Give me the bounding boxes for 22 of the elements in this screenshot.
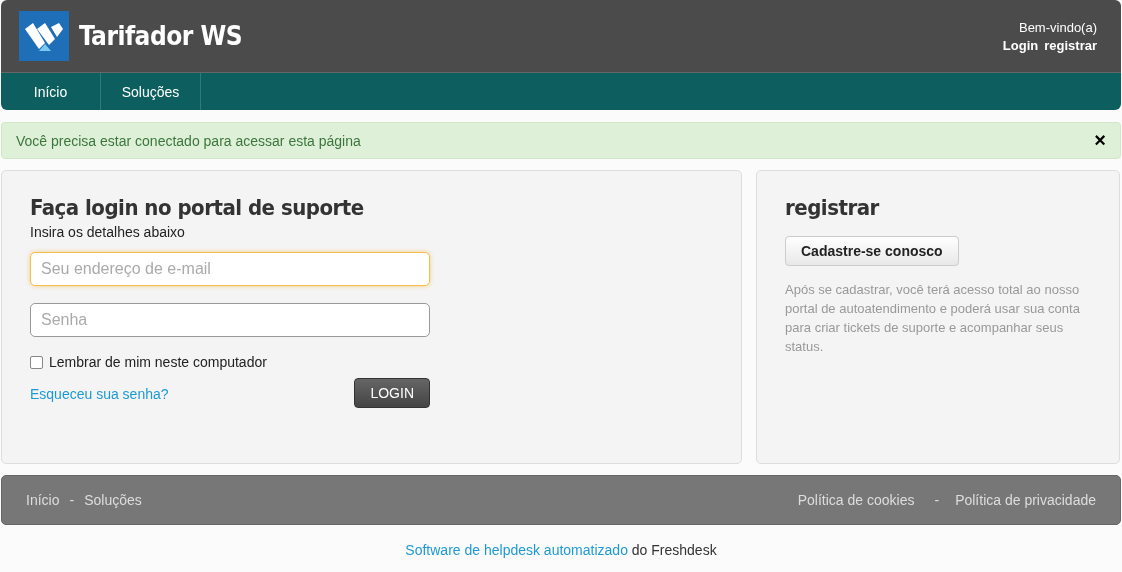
welcome-text: Bem-vindo(a) [1018, 19, 1097, 35]
signup-button[interactable]: Cadastre-se conosco [785, 236, 959, 266]
header-link[interactable]: Login [1002, 37, 1039, 53]
register-description: Após se cadastrar, você terá acesso total ao nosso portal de autoatendimento e poderá usar sua conta para criar tickets de suporte e acompanhar seus status. [785, 281, 1081, 356]
subtitle-text: Insira os detalhes abaixo [30, 224, 186, 240]
password-field[interactable]: Senha [30, 303, 430, 337]
header-link[interactable]: registrar [1044, 37, 1097, 53]
checkbox[interactable] [30, 355, 43, 369]
alert-text: Você precisa estar conectado para acessar esta página [16, 132, 361, 149]
credit-text: Software de helpdesk automatizado do Freshdesk [404, 542, 718, 558]
logo-icon [19, 11, 69, 61]
separator-text: - [934, 492, 940, 508]
login-button[interactable]: LOGIN [354, 378, 430, 408]
nav-tab[interactable]: Soluções [101, 73, 201, 110]
panel-heading: Faça login no portal de suporte [30, 195, 365, 220]
close-button[interactable]: × [1094, 129, 1106, 152]
email-field[interactable]: Seu endereço de e-mail [30, 252, 430, 286]
separator-text: - [69, 492, 75, 508]
site-title: Tarifador WS [79, 21, 243, 51]
panel-heading: registrar [785, 195, 881, 220]
nav-tab[interactable]: Início [1, 73, 101, 110]
checkbox-label: Lembrar de mim neste computador [49, 354, 267, 370]
